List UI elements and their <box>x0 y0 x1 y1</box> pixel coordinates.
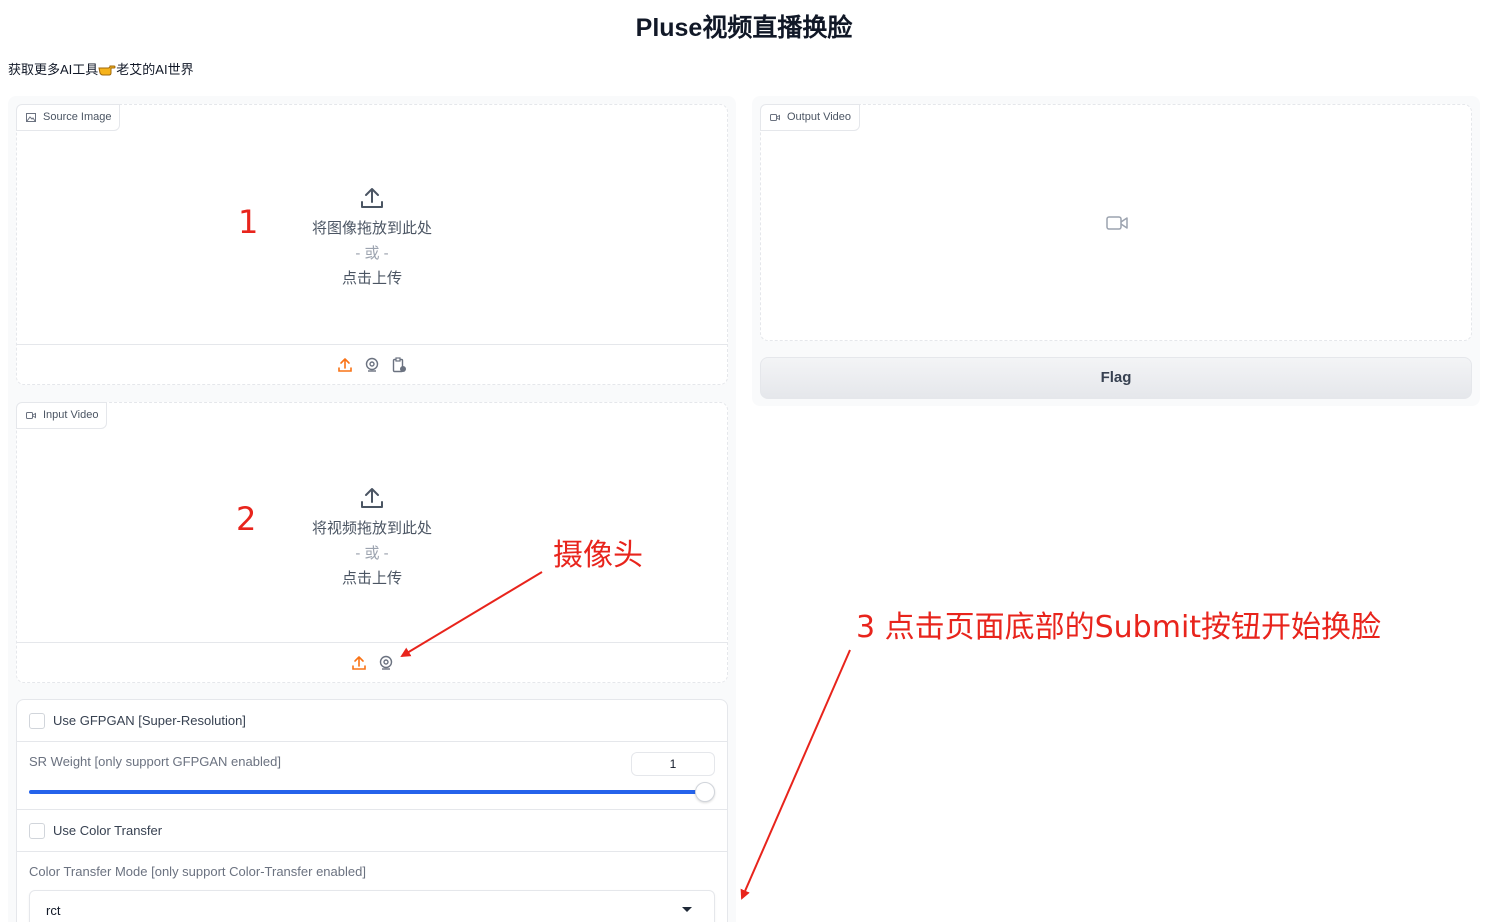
source-image-block: Source Image 将图像拖放到此处 - 或 - 点击上传 <box>16 104 728 385</box>
promo-text-before: 获取更多AI工具 <box>8 62 99 77</box>
color-mode-select[interactable]: rct <box>29 890 715 922</box>
color-transfer-checkbox[interactable] <box>29 823 45 839</box>
annotation-camera: 摄像头 <box>553 538 643 573</box>
output-video-block: Output Video <box>760 104 1472 341</box>
clipboard-icon[interactable] <box>391 356 407 373</box>
source-image-dropzone[interactable]: 将图像拖放到此处 - 或 - 点击上传 <box>17 185 727 288</box>
source-drop-text: 将图像拖放到此处 <box>311 220 432 237</box>
annotation-step-2: 2 <box>236 500 257 538</box>
promo-link[interactable]: 老艾的AI世界 <box>116 62 193 77</box>
color-mode-label: Color Transfer Mode [only support Color-… <box>29 864 366 879</box>
video-icon <box>26 412 36 419</box>
gfpgan-label: Use GFPGAN [Super-Resolution] <box>53 713 246 728</box>
video-placeholder-icon <box>1106 216 1128 230</box>
image-icon <box>26 113 36 122</box>
promo-text: 获取更多AI工具 老艾的AI世界 <box>8 59 194 78</box>
output-video-label: Output Video <box>760 104 861 131</box>
source-or-text: - 或 - <box>355 245 389 262</box>
sr-weight-slider-track[interactable] <box>29 790 705 794</box>
input-video-toolbar <box>17 642 727 682</box>
annotation-step-3: 3 点击页面底部的Submit按钮开始换脸 <box>856 610 1382 645</box>
gfpgan-row: Use GFPGAN [Super-Resolution] <box>17 700 727 742</box>
upload-icon[interactable] <box>351 655 367 671</box>
page-title: Pluse视频直播换脸 <box>635 14 853 42</box>
right-column: Output Video Flag <box>752 96 1480 406</box>
source-image-toolbar <box>17 344 727 384</box>
upload-icon[interactable] <box>337 357 353 373</box>
color-mode-row: Color Transfer Mode [only support Color-… <box>17 852 727 922</box>
source-click-upload[interactable]: 点击上传 <box>17 267 727 288</box>
sr-weight-slider-thumb[interactable] <box>695 782 715 802</box>
webcam-icon[interactable] <box>378 655 394 671</box>
pointing-hand-icon <box>98 65 116 76</box>
upload-icon <box>361 488 383 508</box>
color-transfer-label: Use Color Transfer <box>53 823 163 838</box>
chevron-down-icon <box>682 907 692 912</box>
color-transfer-row: Use Color Transfer <box>17 810 727 852</box>
sr-weight-row: SR Weight [only support GFPGAN enabled] … <box>17 742 727 810</box>
input-video-label: Input Video <box>16 402 108 429</box>
annotation-step-1: 1 <box>238 203 259 241</box>
left-column: Source Image 将图像拖放到此处 - 或 - 点击上传 Input V… <box>8 96 736 922</box>
sr-weight-label: SR Weight [only support GFPGAN enabled] <box>29 754 281 769</box>
webcam-icon[interactable] <box>364 357 380 373</box>
color-mode-value: rct <box>46 903 61 918</box>
flag-button[interactable]: Flag <box>760 357 1472 399</box>
gfpgan-checkbox[interactable] <box>29 713 45 729</box>
sr-weight-number-input[interactable]: 1 <box>631 752 715 776</box>
submit-arrow <box>740 649 851 900</box>
settings-panel: Use GFPGAN [Super-Resolution] SR Weight … <box>16 699 728 922</box>
source-image-label: Source Image <box>16 104 121 131</box>
upload-icon <box>361 188 383 208</box>
video-icon <box>770 114 780 121</box>
